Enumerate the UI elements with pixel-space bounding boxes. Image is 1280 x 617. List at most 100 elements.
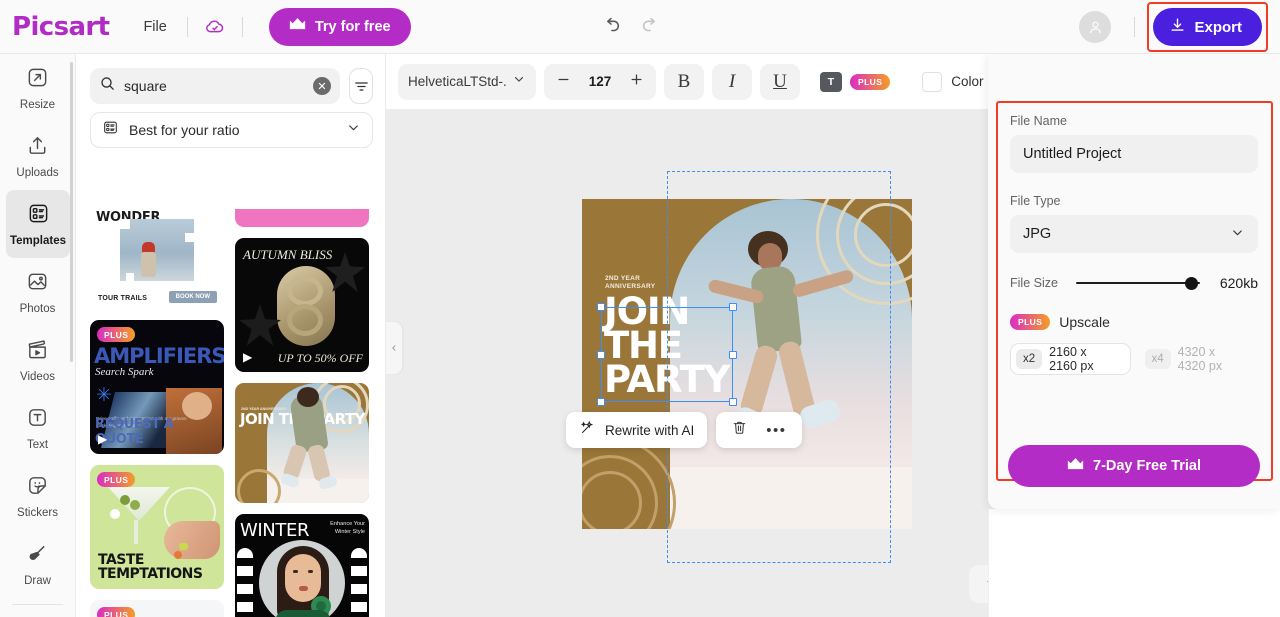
- upscale-option-x2[interactable]: x2 2160 x 2160 px: [1010, 343, 1131, 375]
- chevron-down-icon: [1230, 225, 1245, 244]
- chevron-down-icon: [346, 120, 361, 140]
- file-size-slider[interactable]: [1076, 274, 1200, 292]
- resize-handle-tl[interactable]: [597, 303, 605, 311]
- file-size-label: File Size: [1010, 276, 1058, 290]
- sidebar-item-photos[interactable]: Photos: [0, 258, 75, 326]
- file-type-select[interactable]: JPG: [1010, 215, 1258, 253]
- font-size-stepper[interactable]: 127: [544, 63, 656, 100]
- undo-icon[interactable]: [600, 14, 622, 41]
- sidebar-item-templates[interactable]: Templates: [6, 190, 70, 258]
- template-subtitle: Enhance Your Winter Style: [330, 521, 365, 535]
- object-context-toolbar: Rewrite with AI •••: [566, 412, 802, 448]
- template-card-partial-top[interactable]: [235, 209, 369, 227]
- cloud-check-icon[interactable]: [200, 12, 230, 42]
- file-name-input[interactable]: Untitled Project: [1010, 135, 1258, 173]
- avatar[interactable]: [1079, 11, 1112, 43]
- panel-collapse-button[interactable]: [386, 322, 402, 374]
- text-effect-icon: T: [820, 71, 842, 92]
- template-card-wander[interactable]: WANDER & WONDER TOUR TRAILS BOOK NOW: [90, 209, 224, 309]
- sidebar-label-stickers: Stickers: [17, 506, 58, 519]
- upscale-label: Upscale: [1059, 314, 1110, 330]
- bold-button[interactable]: B: [664, 63, 704, 100]
- resize-handle-bl[interactable]: [597, 398, 605, 406]
- template-card-amplifiers[interactable]: PLUS AMPLIFIERS Search Spark ✳ Drive tra…: [90, 320, 224, 454]
- template-title: AUTUMN BLISS: [243, 247, 333, 262]
- export-label: Export: [1194, 18, 1242, 36]
- sidebar-item-videos[interactable]: Videos: [0, 326, 75, 394]
- crown-icon: [289, 18, 306, 35]
- export-panel-backdrop: [988, 509, 1280, 617]
- plus-badge: PLUS: [97, 327, 136, 342]
- text-selection-box[interactable]: [597, 303, 737, 406]
- template-card-property[interactable]: PLUS PROPERTY PROS: [90, 600, 224, 617]
- template-cta: BOOK NOW: [168, 291, 217, 303]
- sidebar-item-stickers[interactable]: Stickers: [0, 462, 75, 530]
- try-for-free-label: Try for free: [314, 18, 391, 35]
- free-trial-button[interactable]: 7-Day Free Trial: [1008, 445, 1260, 487]
- download-icon: [1169, 17, 1186, 38]
- logo-text: Picsart: [12, 11, 110, 42]
- color-swatch: [922, 71, 943, 92]
- trash-icon[interactable]: [731, 419, 748, 441]
- plus-badge: PLUS: [850, 73, 891, 90]
- template-card-winter[interactable]: WINTER Enhance Your Winter Style Explore…: [235, 514, 369, 617]
- file-menu[interactable]: File: [135, 13, 174, 41]
- underline-button[interactable]: U: [760, 63, 800, 100]
- sidebar-item-my-folders[interactable]: My Folders: [0, 611, 75, 617]
- resize-handle-ml[interactable]: [597, 351, 605, 359]
- try-for-free-button[interactable]: Try for free: [268, 7, 411, 46]
- plus-icon[interactable]: [629, 72, 644, 92]
- resize-handle-mr[interactable]: [729, 351, 737, 359]
- free-trial-label: 7-Day Free Trial: [1093, 458, 1201, 474]
- more-horizontal-icon[interactable]: •••: [766, 423, 786, 438]
- sidebar-label-draw: Draw: [24, 574, 51, 587]
- play-icon: ▶: [98, 432, 108, 446]
- chevron-down-icon: [512, 72, 526, 91]
- template-card-join-party[interactable]: 2ND YEAR ANNIVERSARY JOIN THE PARTY: [235, 383, 369, 503]
- minus-icon[interactable]: [556, 72, 571, 92]
- export-button[interactable]: Export: [1153, 8, 1262, 46]
- italic-button[interactable]: I: [712, 63, 752, 100]
- rail-divider: [12, 604, 63, 605]
- picsart-logo[interactable]: Picsart: [12, 11, 110, 42]
- brush-icon: [26, 542, 49, 570]
- template-column-left: WANDER & WONDER TOUR TRAILS BOOK NOW PLU…: [90, 209, 224, 617]
- artboard-eyebrow: 2ND YEAR ANNIVERSARY: [605, 275, 656, 291]
- redo-icon[interactable]: [640, 14, 662, 41]
- video-clapper-icon: [26, 338, 49, 366]
- export-panel: File Name Untitled Project File Type JPG…: [988, 54, 1280, 509]
- rewrite-with-ai-button[interactable]: Rewrite with AI: [566, 412, 708, 448]
- upscale-option-x4[interactable]: x4 4320 x 4320 px: [1140, 343, 1259, 375]
- text-color-button[interactable]: Color: [916, 64, 989, 100]
- sticker-icon: [26, 474, 49, 502]
- search-input[interactable]: [124, 78, 305, 94]
- file-name-label: File Name: [1010, 114, 1067, 128]
- template-card-autumn[interactable]: AUTUMN BLISS UP TO 50% OFF ▶: [235, 238, 369, 372]
- font-family-select[interactable]: HelveticaLTStd-...: [398, 63, 536, 100]
- ratio-select[interactable]: Best for your ratio: [90, 112, 373, 148]
- sidebar-label-resize: Resize: [19, 98, 56, 111]
- rail-scrollbar[interactable]: [70, 62, 73, 362]
- upscale-options: x2 2160 x 2160 px x4 4320 x 4320 px: [1010, 343, 1258, 375]
- divider-3: [1134, 17, 1136, 37]
- clear-x-icon[interactable]: ✕: [313, 77, 331, 95]
- sidebar-item-draw[interactable]: Draw: [0, 530, 75, 598]
- picsart-editor: Picsart File Try for free Export Resize …: [0, 0, 1280, 617]
- sidebar-label-text: Text: [26, 438, 49, 451]
- upscale-multiplier: x2: [1016, 349, 1043, 369]
- divider-2: [241, 16, 243, 37]
- sidebar-item-uploads[interactable]: Uploads: [0, 122, 75, 190]
- sidebar-item-resize[interactable]: Resize: [0, 54, 75, 122]
- export-panel-body: File Name Untitled Project File Type JPG…: [988, 54, 1280, 375]
- resize-handle-tr[interactable]: [729, 303, 737, 311]
- slider-knob[interactable]: [1185, 276, 1198, 290]
- upload-icon: [26, 134, 49, 162]
- resize-handle-br[interactable]: [729, 398, 737, 406]
- sidebar-item-text[interactable]: Text: [0, 394, 75, 462]
- ratio-select-label: Best for your ratio: [129, 122, 240, 138]
- template-card-taste[interactable]: PLUS TASTE TEMPTATIONS: [90, 465, 224, 589]
- search-box[interactable]: ✕: [90, 68, 340, 104]
- filter-button[interactable]: [349, 68, 373, 104]
- text-effects-button[interactable]: T PLUS: [814, 64, 896, 100]
